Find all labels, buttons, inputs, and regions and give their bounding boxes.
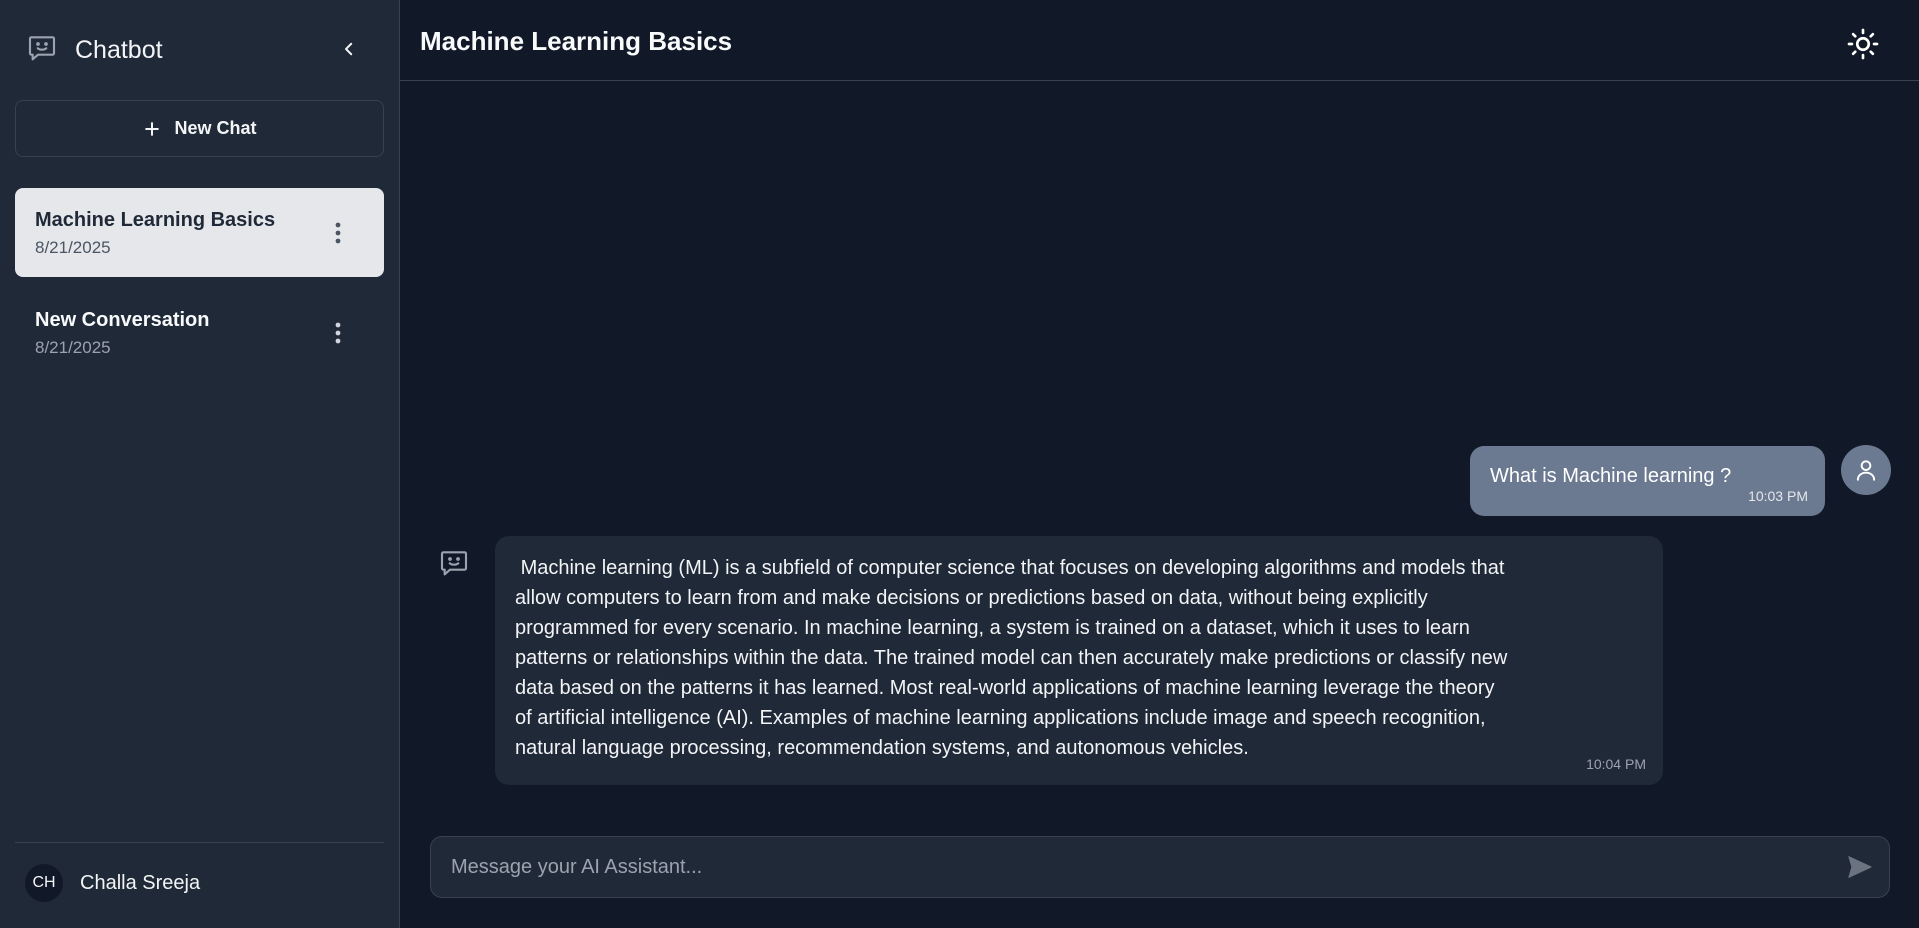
message-time: 10:04 PM (1586, 756, 1646, 772)
chat-smile-icon (26, 32, 58, 69)
sidebar: Chatbot New Chat Machine Learning Basics… (0, 0, 400, 928)
send-button[interactable] (1843, 851, 1877, 883)
user-message-bubble: What is Machine learning ? 10:03 PM (1470, 446, 1825, 516)
collapse-sidebar-button[interactable] (336, 36, 362, 62)
conversation-title: Machine Learning Basics (35, 209, 276, 231)
conversation-menu-button[interactable] (330, 218, 346, 248)
plus-icon (145, 121, 160, 136)
conversation-date: 8/21/2025 (35, 338, 111, 357)
assistant-message-bubble: Machine learning (ML) is a subfield of c… (495, 536, 1663, 785)
brand: Chatbot (26, 34, 163, 66)
theme-toggle-button[interactable] (1846, 27, 1880, 61)
message-input[interactable] (451, 837, 1811, 897)
avatar: CH (25, 864, 63, 902)
conversation-date: 8/21/2025 (35, 238, 111, 257)
chat-header: Machine Learning Basics (400, 0, 1919, 81)
brand-title: Chatbot (75, 35, 163, 64)
conversation-item[interactable]: New Conversation 8/21/2025 (15, 288, 384, 377)
sun-icon (1847, 28, 1879, 60)
chat-title: Machine Learning Basics (420, 26, 733, 56)
bot-avatar-icon (438, 547, 470, 579)
more-vertical-icon (335, 322, 341, 344)
app: Chatbot New Chat Machine Learning Basics… (0, 0, 1919, 928)
message-composer (430, 836, 1890, 898)
conversation-title: New Conversation (35, 309, 210, 331)
conversation-item[interactable]: Machine Learning Basics 8/21/2025 (15, 188, 384, 277)
user-name: Challa Sreeja (80, 872, 201, 894)
new-chat-label: New Chat (174, 118, 257, 138)
send-icon (1848, 856, 1872, 878)
chat-main: Machine Learning Basics What is Machine … (400, 0, 1919, 928)
message-time: 10:03 PM (1748, 488, 1808, 504)
user-avatar (1841, 445, 1891, 495)
message-text: What is Machine learning ? (1490, 465, 1732, 487)
chevron-left-icon (345, 42, 353, 56)
message-text: Machine learning (ML) is a subfield of c… (515, 557, 1508, 759)
more-vertical-icon (335, 222, 341, 244)
user-profile[interactable]: CH Challa Sreeja (15, 842, 384, 928)
new-chat-button[interactable]: New Chat (15, 100, 384, 157)
user-icon (1856, 460, 1876, 481)
conversation-menu-button[interactable] (330, 318, 346, 348)
